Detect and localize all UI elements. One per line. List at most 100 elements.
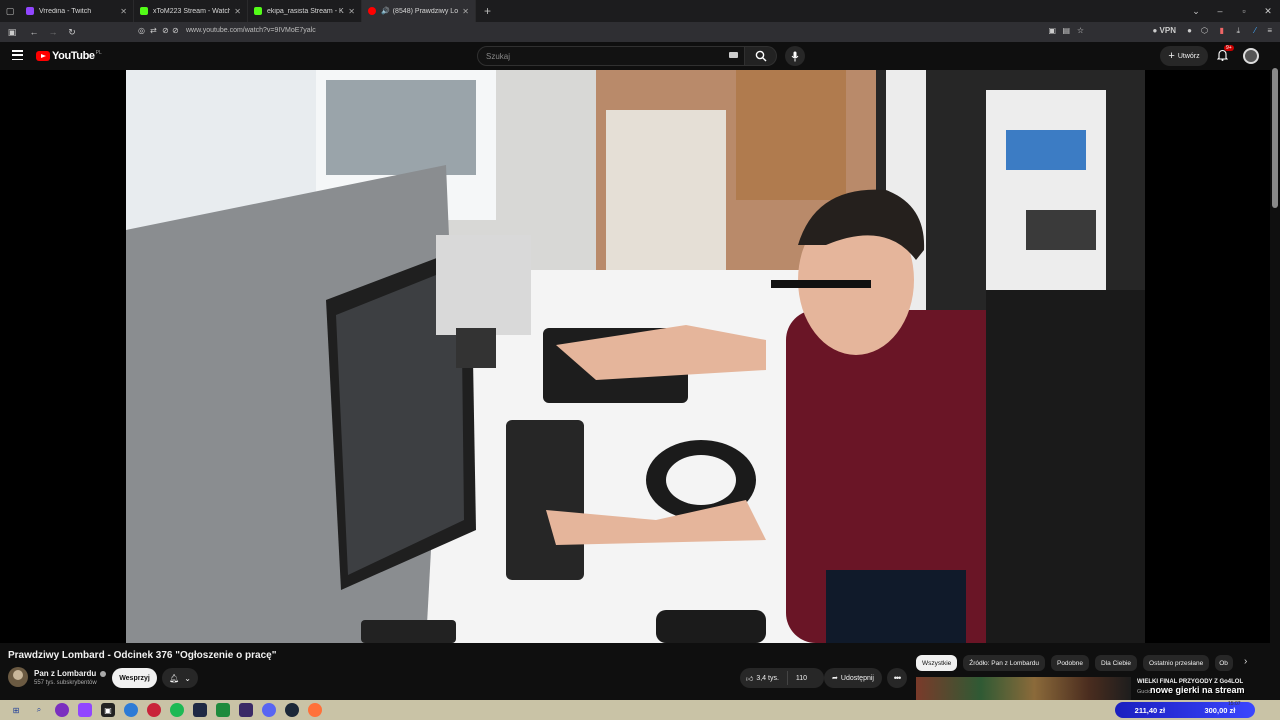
logo-text: YouTube — [52, 50, 95, 62]
recommended-thumbnail[interactable] — [916, 677, 1131, 700]
site-info-icon[interactable]: ◎ — [138, 26, 145, 35]
system-clock[interactable]: 15:07 — [1228, 701, 1241, 707]
app-firefox-icon[interactable] — [308, 703, 322, 717]
maximize-icon[interactable]: ▫ — [1232, 6, 1256, 16]
close-tab-icon[interactable]: ✕ — [120, 7, 127, 16]
share-button[interactable]: ➦ Udostępnij — [824, 668, 882, 688]
vpn-badge[interactable]: ● VPN — [1152, 26, 1176, 35]
like-button[interactable]: 👍︎ 3,4 tys. — [740, 671, 788, 685]
bookmark-star-icon[interactable]: ☆ — [1077, 26, 1084, 35]
app-sound-icon[interactable] — [216, 703, 230, 717]
youtube-header: YouTube PL Szukaj + Utwórz 9+ — [0, 42, 1280, 70]
search-icon[interactable]: ⌕ — [32, 703, 46, 717]
browser-menu-icon[interactable]: ▢ — [0, 6, 20, 17]
youtube-icon — [368, 7, 376, 15]
channel-avatar[interactable] — [8, 667, 28, 687]
voice-search-button[interactable] — [785, 46, 805, 66]
scrollbar-thumb[interactable] — [1272, 68, 1278, 208]
search-button[interactable] — [745, 46, 777, 66]
page-scrollbar[interactable] — [1270, 42, 1280, 700]
chip-all[interactable]: Wszystkie — [916, 655, 958, 671]
create-button[interactable]: + Utwórz — [1160, 46, 1208, 66]
forward-icon[interactable]: → — [46, 27, 60, 37]
keyboard-icon[interactable] — [729, 52, 738, 58]
app-obs-icon[interactable] — [55, 703, 69, 717]
mic-blocked-icon[interactable]: ⊘ — [172, 26, 179, 35]
share-arrow-icon: ➦ — [832, 675, 838, 682]
youtube-logo[interactable]: YouTube PL — [36, 50, 102, 62]
dislike-button[interactable]: 110 — [788, 675, 807, 682]
windows-start-icon[interactable]: ⊞ — [9, 703, 23, 717]
channel-name-row[interactable]: Pan z Lombardu — [34, 669, 107, 678]
tab-twitch[interactable]: Vrredina - Twitch ✕ — [20, 0, 134, 22]
tab-kick-2[interactable]: ekipa_rasista Stream - Kick Dazz ✕ — [248, 0, 362, 22]
tab-kick-1[interactable]: xToM223 Stream - Watch Li ✕ — [134, 0, 248, 22]
tab-youtube[interactable]: 🔊 (8548) Prawdziwy Lombard ✕ — [362, 0, 476, 22]
account-avatar[interactable] — [1243, 48, 1259, 64]
chip-similar[interactable]: Podobne — [1050, 655, 1090, 671]
video-player[interactable] — [0, 70, 1270, 643]
app-twitch-icon[interactable] — [78, 703, 92, 717]
download-icon[interactable]: ⤓ — [1236, 26, 1240, 36]
chip-recently-uploaded[interactable]: Ostatnio przesłane — [1143, 655, 1210, 671]
new-tab-icon[interactable]: + — [476, 4, 499, 18]
extensions-icon[interactable]: ⬡ — [1201, 26, 1208, 35]
region-code: PL — [95, 50, 102, 56]
url-text[interactable]: www.youtube.com/watch?v=9IVMoE7yalc — [186, 27, 316, 34]
subscriber-count: 557 tys. subskrybentów — [34, 680, 97, 686]
video-scene — [126, 70, 1145, 643]
back-icon[interactable]: ← — [27, 27, 41, 37]
app-spotify-icon[interactable] — [170, 703, 184, 717]
tracking-icon[interactable]: ⇄ — [150, 26, 157, 35]
close-tab-icon[interactable]: ✕ — [348, 7, 355, 16]
close-tab-icon[interactable]: ✕ — [462, 7, 469, 16]
wallet-icon[interactable]: ▮ — [1220, 26, 1224, 35]
subscription-bell-button[interactable]: 🔔︎ ⌄ — [162, 668, 198, 688]
support-button[interactable]: Wesprzyj — [112, 668, 157, 688]
tab-search-icon[interactable]: ⌄ — [1184, 6, 1208, 17]
browser-menu-icon[interactable]: ≡ — [1267, 26, 1272, 35]
reader-icon[interactable]: ▤ — [1062, 26, 1070, 35]
search-bar: Szukaj — [477, 46, 777, 66]
like-count: 3,4 tys. — [756, 674, 779, 682]
thumbs-up-icon: 👍︎ — [746, 675, 754, 683]
more-actions-icon[interactable]: ••• — [887, 668, 907, 688]
sidebar-toggle-icon[interactable]: ▣ — [5, 27, 19, 38]
create-label: Utwórz — [1177, 52, 1200, 60]
plus-icon: + — [1168, 50, 1175, 62]
app-steam-overlay-icon[interactable]: ▣ — [101, 703, 115, 717]
tab-title: (8548) Prawdziwy Lombard — [392, 7, 459, 15]
share-label: Udostępnij — [840, 674, 874, 682]
channel-name[interactable]: Pan z Lombardu — [34, 669, 96, 678]
screenshot-icon[interactable]: ▣ — [1048, 26, 1056, 35]
reload-icon[interactable]: ↻ — [65, 27, 79, 38]
close-window-icon[interactable]: ✕ — [1256, 6, 1280, 17]
minimize-icon[interactable]: – — [1208, 6, 1232, 16]
chip-source-channel[interactable]: Źródło: Pan z Lombardu — [963, 655, 1045, 671]
kick-icon — [140, 7, 148, 15]
chevron-right-icon[interactable]: › — [1244, 656, 1247, 667]
app-editor-icon[interactable] — [193, 703, 207, 717]
camera-blocked-icon[interactable]: ⊘ — [162, 26, 169, 35]
account-icon[interactable]: ● — [1187, 26, 1192, 35]
search-icon — [755, 50, 766, 62]
app-opera-icon[interactable] — [147, 703, 161, 717]
chip-for-you[interactable]: Dla Ciebie — [1095, 655, 1138, 671]
app-chat-icon[interactable] — [239, 703, 253, 717]
app-steam-icon[interactable] — [285, 703, 299, 717]
ai-icon[interactable]: ⁄ — [1255, 26, 1256, 35]
address-bar: ▣ ← → ↻ ◎ ⇄ ⊘ ⊘ www.youtube.com/watch?v=… — [0, 22, 1280, 42]
bell-icon: 🔔︎ — [169, 673, 180, 683]
app-browser-icon[interactable] — [124, 703, 138, 717]
chip-watched[interactable]: Ob — [1215, 655, 1234, 671]
close-tab-icon[interactable]: ✕ — [234, 7, 241, 16]
search-input[interactable]: Szukaj — [477, 46, 745, 66]
hamburger-menu-icon[interactable] — [12, 50, 23, 60]
chevron-down-icon: ⌄ — [184, 673, 191, 683]
video-frame[interactable] — [126, 70, 1145, 643]
app-discord-icon[interactable] — [262, 703, 276, 717]
like-dislike-group: 👍︎ 3,4 tys. 110 — [740, 668, 824, 688]
video-title: Prawdziwy Lombard - Odcinek 376 "Ogłosze… — [8, 650, 277, 661]
browser-tab-bar: ▢ Vrredina - Twitch ✕ xToM223 Stream - W… — [0, 0, 1280, 22]
window-controls: ⌄ – ▫ ✕ — [1184, 0, 1280, 22]
